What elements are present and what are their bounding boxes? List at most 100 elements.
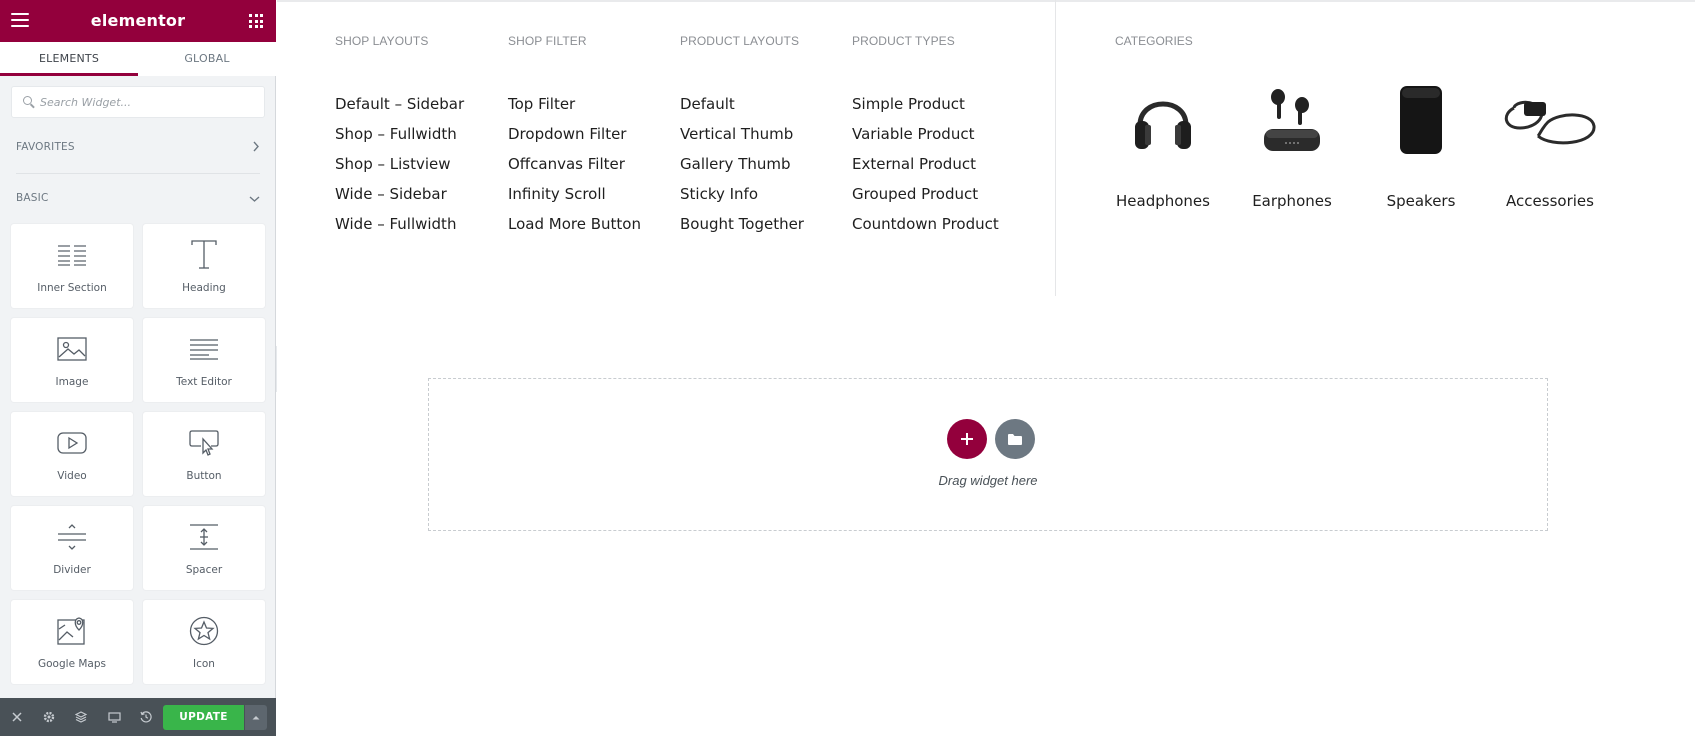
column-title: PRODUCT LAYOUTS — [680, 34, 800, 48]
menu-link[interactable]: Dropdown Filter — [508, 119, 641, 149]
empty-section-dropzone[interactable]: Drag widget here — [428, 378, 1548, 531]
menu-link[interactable]: Countdown Product — [852, 209, 999, 239]
widget-video[interactable]: Video — [11, 412, 133, 496]
chevron-right-icon — [252, 141, 260, 155]
search-icon — [23, 96, 32, 105]
text-editor-icon — [143, 332, 265, 366]
category-earphones[interactable]: Earphones — [1236, 80, 1348, 210]
spacer-icon — [143, 520, 265, 554]
speaker-image — [1365, 80, 1477, 160]
add-template-button[interactable] — [995, 419, 1035, 459]
menu-link[interactable]: Default — [680, 89, 804, 119]
basic-label: BASIC — [16, 192, 49, 204]
widget-heading[interactable]: Heading — [143, 224, 265, 308]
tab-global[interactable]: GLOBAL — [138, 42, 276, 76]
widget-image[interactable]: Image — [11, 318, 133, 402]
favorites-section-header[interactable]: FAVORITES — [16, 141, 260, 153]
widget-spacer[interactable]: Spacer — [143, 506, 265, 590]
menu-link[interactable]: Infinity Scroll — [508, 179, 641, 209]
category-speakers[interactable]: Speakers — [1365, 80, 1477, 210]
widget-label: Image — [55, 376, 89, 388]
column-title: PRODUCT TYPES — [852, 34, 955, 48]
widgets-grid-icon[interactable] — [249, 14, 263, 28]
widget-label: Video — [57, 470, 87, 482]
widget-label: Divider — [53, 564, 91, 576]
history-icon[interactable] — [138, 709, 154, 725]
menu-link[interactable]: Wide – Sidebar — [335, 179, 464, 209]
update-button[interactable]: UPDATE — [163, 705, 244, 730]
category-name: Headphones — [1116, 192, 1210, 210]
menu-link[interactable]: Load More Button — [508, 209, 641, 239]
cable-image — [1494, 80, 1606, 160]
widget-label: Inner Section — [37, 282, 107, 294]
widget-button[interactable]: Button — [143, 412, 265, 496]
save-options-caret-icon[interactable] — [245, 705, 267, 730]
menu-link[interactable]: Gallery Thumb — [680, 149, 804, 179]
category-accessories[interactable]: Accessories — [1494, 80, 1606, 210]
search-input[interactable] — [40, 87, 260, 117]
widget-text-editor[interactable]: Text Editor — [143, 318, 265, 402]
navigator-layers-icon[interactable] — [73, 709, 89, 725]
menu-column-shop-layouts: SHOP LAYOUTS Default – Sidebar Shop – Fu… — [335, 34, 464, 239]
responsive-mode-icon[interactable] — [106, 709, 122, 725]
section-divider — [16, 173, 260, 174]
widget-search — [11, 86, 265, 118]
menu-link[interactable]: Vertical Thumb — [680, 119, 804, 149]
menu-link[interactable]: External Product — [852, 149, 999, 179]
widget-divider[interactable]: Divider — [11, 506, 133, 590]
widget-label: Button — [186, 470, 222, 482]
category-headphones[interactable]: Headphones — [1107, 80, 1219, 210]
panel-tabs: ELEMENTS GLOBAL — [0, 42, 276, 76]
menu-link[interactable]: Top Filter — [508, 89, 641, 119]
panel-footer: UPDATE — [0, 698, 276, 736]
divider-icon — [11, 520, 133, 554]
image-icon — [11, 332, 133, 366]
settings-gear-icon[interactable] — [41, 709, 57, 725]
widget-label: Text Editor — [176, 376, 232, 388]
plus-icon — [961, 433, 973, 445]
menu-link[interactable]: Simple Product — [852, 89, 999, 119]
menu-link[interactable]: Default – Sidebar — [335, 89, 464, 119]
video-icon — [11, 426, 133, 460]
close-icon[interactable] — [9, 709, 25, 725]
panel-header: elementor — [0, 0, 276, 42]
basic-section-header[interactable]: BASIC — [16, 192, 260, 204]
heading-icon — [143, 238, 265, 272]
widget-icon[interactable]: Icon — [143, 600, 265, 684]
editor-panel: elementor ELEMENTS GLOBAL FAVORITES BASI… — [0, 0, 276, 736]
widgets-grid: Inner Section Heading Image Text Editor … — [11, 224, 265, 684]
widget-label: Heading — [182, 282, 226, 294]
elementor-editor: elementor ELEMENTS GLOBAL FAVORITES BASI… — [0, 0, 1695, 736]
menu-link[interactable]: Wide – Fullwidth — [335, 209, 464, 239]
drag-widget-hint: Drag widget here — [938, 473, 1038, 488]
elementor-logo: elementor — [90, 11, 186, 30]
preview-canvas: SHOP LAYOUTS Default – Sidebar Shop – Fu… — [277, 0, 1695, 736]
widget-inner-section[interactable]: Inner Section — [11, 224, 133, 308]
category-name: Speakers — [1386, 192, 1456, 210]
tab-elements[interactable]: ELEMENTS — [0, 42, 138, 76]
widget-label: Google Maps — [38, 658, 106, 670]
inner-section-icon — [11, 238, 133, 272]
folder-icon — [1008, 433, 1022, 445]
menu-link[interactable]: Offcanvas Filter — [508, 149, 641, 179]
widget-label: Icon — [193, 658, 215, 670]
google-maps-icon — [11, 614, 133, 648]
menu-link[interactable]: Shop – Listview — [335, 149, 464, 179]
menu-column-product-types: PRODUCT TYPES Simple Product Variable Pr… — [852, 34, 999, 239]
menu-link[interactable]: Bought Together — [680, 209, 804, 239]
column-title: SHOP LAYOUTS — [335, 34, 429, 48]
column-title: SHOP FILTER — [508, 34, 587, 48]
categories-title: CATEGORIES — [1115, 34, 1193, 48]
headphones-image — [1107, 80, 1219, 160]
menu-link[interactable]: Grouped Product — [852, 179, 999, 209]
widget-google-maps[interactable]: Google Maps — [11, 600, 133, 684]
button-icon — [143, 426, 265, 460]
earphones-image — [1236, 80, 1348, 160]
add-section-button[interactable] — [947, 419, 987, 459]
menu-link[interactable]: Sticky Info — [680, 179, 804, 209]
category-name: Accessories — [1506, 192, 1594, 210]
canvas-top-border — [277, 0, 1695, 2]
menu-link[interactable]: Shop – Fullwidth — [335, 119, 464, 149]
menu-column-product-layouts: PRODUCT LAYOUTS Default Vertical Thumb G… — [680, 34, 804, 239]
menu-link[interactable]: Variable Product — [852, 119, 999, 149]
